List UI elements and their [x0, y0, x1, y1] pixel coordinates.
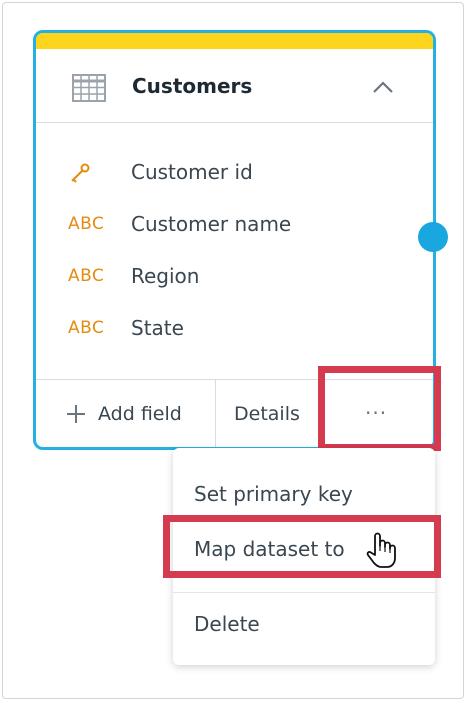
field-row[interactable]: ABC State [36, 309, 433, 349]
table-icon [72, 74, 106, 106]
field-name: Customer name [131, 212, 292, 236]
details-button[interactable]: Details [216, 380, 321, 447]
text-type-icon: ABC [68, 266, 105, 286]
menu-item-set-primary-key[interactable]: Set primary key [173, 469, 435, 517]
highlight-more-button [318, 366, 441, 451]
field-row[interactable]: ABC Region [36, 257, 433, 297]
field-row[interactable]: ABC Customer name [36, 205, 433, 245]
menu-divider [173, 592, 435, 593]
dataset-title: Customers [132, 74, 253, 98]
connector-handle[interactable] [418, 222, 448, 252]
card-accent-bar [36, 33, 433, 49]
add-field-label: Add field [98, 403, 182, 425]
details-label: Details [234, 403, 300, 425]
plus-icon [66, 404, 86, 429]
highlight-map-dataset [163, 515, 441, 578]
add-field-button[interactable]: Add field [36, 380, 216, 447]
card-header[interactable]: Customers [36, 49, 433, 123]
field-name: Region [131, 264, 200, 288]
key-icon [68, 162, 92, 186]
chevron-up-icon[interactable] [372, 79, 394, 98]
menu-item-label: Delete [194, 612, 260, 636]
text-type-icon: ABC [68, 214, 105, 234]
hand-pointer-icon [366, 531, 396, 573]
menu-item-delete[interactable]: Delete [173, 599, 435, 647]
field-row[interactable]: Customer id [36, 153, 433, 193]
field-name: Customer id [131, 160, 253, 184]
text-type-icon: ABC [68, 318, 105, 338]
menu-item-label: Set primary key [194, 482, 353, 506]
field-name: State [131, 316, 184, 340]
